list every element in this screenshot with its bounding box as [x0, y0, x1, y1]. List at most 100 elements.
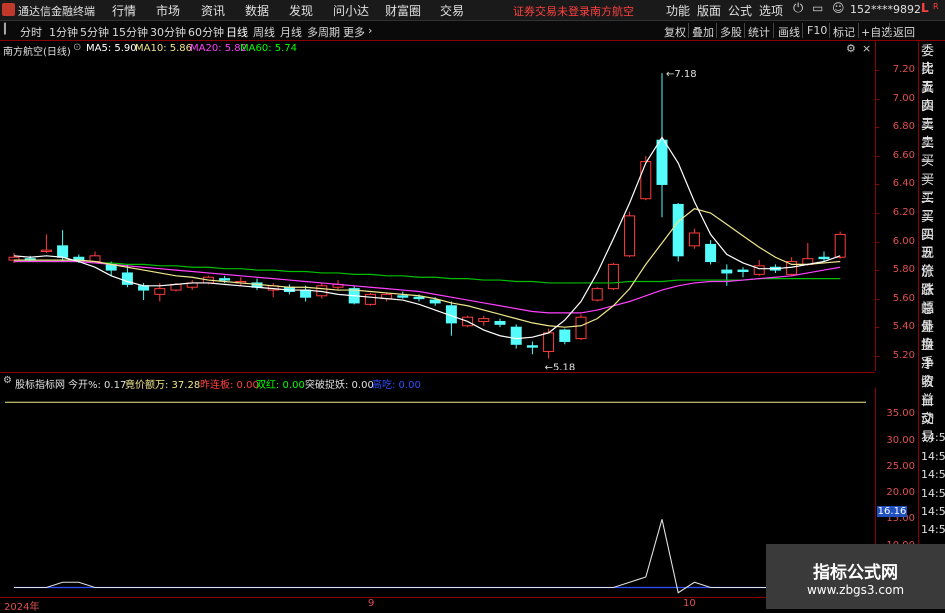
- candle-body: [575, 316, 587, 340]
- tab-1min[interactable]: 1分钟: [49, 24, 78, 40]
- menu-bar: 通达信金融终端 行情 市场 资讯 数据 发现 问小达 财富圈 交易 证券交易未登…: [0, 0, 945, 21]
- menu-item-formula[interactable]: 公式: [728, 2, 752, 19]
- tab-weekly[interactable]: 周线: [253, 24, 275, 40]
- tab-60min[interactable]: 60分钟: [188, 24, 224, 40]
- tab-more[interactable]: 更多: [343, 24, 365, 40]
- tool-f10[interactable]: F10: [807, 24, 827, 37]
- menu-item-market-overview[interactable]: 市场: [156, 2, 180, 19]
- tool-mark[interactable]: 标记: [833, 24, 855, 40]
- toolbar-divider: [773, 23, 774, 38]
- toolbar-divider: [858, 23, 859, 38]
- ma10-label: MA10: 5.86: [135, 43, 193, 54]
- candlestick-chart[interactable]: ←7.18 ←5.18: [0, 56, 875, 370]
- side-panel-item[interactable]: 14:56: [921, 521, 945, 539]
- indicator-settings-icon[interactable]: ⚙: [3, 375, 12, 386]
- indicator-white-line: [14, 519, 841, 594]
- login-warning[interactable]: 证券交易未登录: [513, 3, 590, 19]
- candle-body: [656, 139, 668, 185]
- r-badge-icon: R: [933, 2, 939, 11]
- candle-body: [737, 269, 749, 273]
- menu-item-function[interactable]: 功能: [666, 2, 690, 19]
- dropdown-chevron-icon[interactable]: ⊙: [73, 42, 81, 53]
- tool-statistics[interactable]: 统计: [748, 24, 770, 40]
- ma20-label: MA20: 5.82: [190, 43, 248, 54]
- close-icon[interactable]: ×: [862, 42, 871, 55]
- tool-draw[interactable]: 画线: [778, 24, 800, 40]
- date-label-month: 10: [683, 598, 696, 609]
- tab-timeshare[interactable]: 分时: [20, 24, 42, 40]
- ma60-label: MA60: 5.74: [240, 43, 298, 54]
- price-tick-label: 5.20: [892, 349, 915, 361]
- tool-add-favorite[interactable]: +自选: [861, 24, 892, 40]
- price-tick-mark: [876, 355, 879, 357]
- toolbar-divider: [889, 23, 890, 38]
- tab-monthly[interactable]: 月线: [280, 24, 302, 40]
- menu-item-market[interactable]: 行情: [112, 2, 136, 19]
- tab-15min[interactable]: 15分钟: [112, 24, 148, 40]
- candle-body: [364, 293, 376, 305]
- menu-item-trade[interactable]: 交易: [440, 2, 464, 19]
- price-tick-label: 5.60: [892, 292, 915, 304]
- menu-item-options[interactable]: 选项: [759, 2, 783, 19]
- date-label-year: 2024年: [4, 602, 40, 613]
- main-chart-header: 南方航空(日线) ⊙ MA5: 5.90 MA10: 5.86 MA20: 5.…: [0, 41, 875, 58]
- price-tick-mark: [876, 327, 879, 329]
- candle-body: [154, 288, 166, 295]
- price-tick-mark: [876, 213, 879, 214]
- settings-gear-icon[interactable]: ⚙: [846, 42, 856, 55]
- menu-item-data[interactable]: 数据: [245, 2, 269, 19]
- tool-restore-rights[interactable]: 复权: [664, 24, 686, 40]
- tool-overlay[interactable]: 叠加: [692, 24, 714, 40]
- low-price-label: ←5.18: [545, 363, 576, 370]
- app-logo-icon: [2, 3, 15, 16]
- tool-multi-stock[interactable]: 多股: [720, 24, 742, 40]
- menu-item-news[interactable]: 资讯: [201, 2, 225, 19]
- tab-multi-period[interactable]: 多周期: [307, 24, 340, 40]
- more-chevron-icon[interactable]: ›: [368, 24, 372, 37]
- watermark-title: 指标公式网: [813, 563, 898, 583]
- price-tick-label: 6.40: [892, 178, 915, 190]
- menu-item-layout[interactable]: 版面: [697, 2, 721, 19]
- toolbar-divider: [716, 23, 717, 38]
- side-panel-item[interactable]: 14:56: [921, 466, 945, 484]
- candle-body: [138, 285, 150, 291]
- price-tick-label: 5.40: [892, 321, 915, 333]
- chat-icon[interactable]: ▭: [812, 1, 823, 15]
- side-panel-item[interactable]: 14:56: [921, 429, 945, 447]
- user-icon[interactable]: ☺: [832, 1, 845, 15]
- tool-back[interactable]: 返回: [893, 24, 915, 40]
- candle-body: [478, 318, 490, 322]
- candle-body: [640, 161, 652, 200]
- quote-side-panel[interactable]: 委比 卖五 卖四 卖三 卖二 卖一 买一 买二 买三 买四 买五 现价 涨跌 涨幅 总量 外盘 换手 净资 收益 自动…: [918, 41, 945, 609]
- candle-body: [40, 249, 52, 253]
- account-number[interactable]: 152****9892: [850, 3, 921, 16]
- side-panel-item[interactable]: 14:56: [921, 503, 945, 521]
- price-tick-mark: [876, 155, 879, 157]
- side-panel-item[interactable]: 14:56: [921, 448, 945, 466]
- price-tick-mark: [876, 70, 879, 72]
- candle-body: [834, 233, 846, 258]
- toolbar-arrow-icon[interactable]: ▎: [4, 24, 12, 35]
- high-price-label: ←7.18: [666, 69, 697, 80]
- indicator-tick-label: 30.00: [886, 434, 915, 446]
- menu-item-ask[interactable]: 问小达: [333, 2, 369, 19]
- menu-item-wealth[interactable]: 财富圈: [385, 2, 421, 19]
- price-tick-mark: [876, 241, 879, 243]
- indicator-tick-label: 35.00: [886, 408, 915, 420]
- ma5-label: MA5: 5.90: [86, 43, 137, 54]
- tab-30min[interactable]: 30分钟: [150, 24, 186, 40]
- candle-body: [559, 329, 571, 342]
- price-tick-label: 7.00: [892, 92, 915, 104]
- watermark-url: www.zbgs3.com: [806, 583, 905, 597]
- candle-body: [510, 326, 522, 345]
- candle-body: [413, 296, 425, 300]
- candle-body: [688, 232, 700, 247]
- side-panel-item[interactable]: 14:56: [921, 485, 945, 503]
- price-tick-label: 7.20: [892, 64, 915, 76]
- candle-body: [397, 295, 409, 298]
- tab-daily[interactable]: 日线: [226, 24, 248, 40]
- tab-5min[interactable]: 5分钟: [80, 24, 109, 40]
- power-icon[interactable]: ⏻: [793, 1, 803, 16]
- indicator-chart[interactable]: [0, 388, 875, 598]
- menu-item-discover[interactable]: 发现: [289, 2, 313, 19]
